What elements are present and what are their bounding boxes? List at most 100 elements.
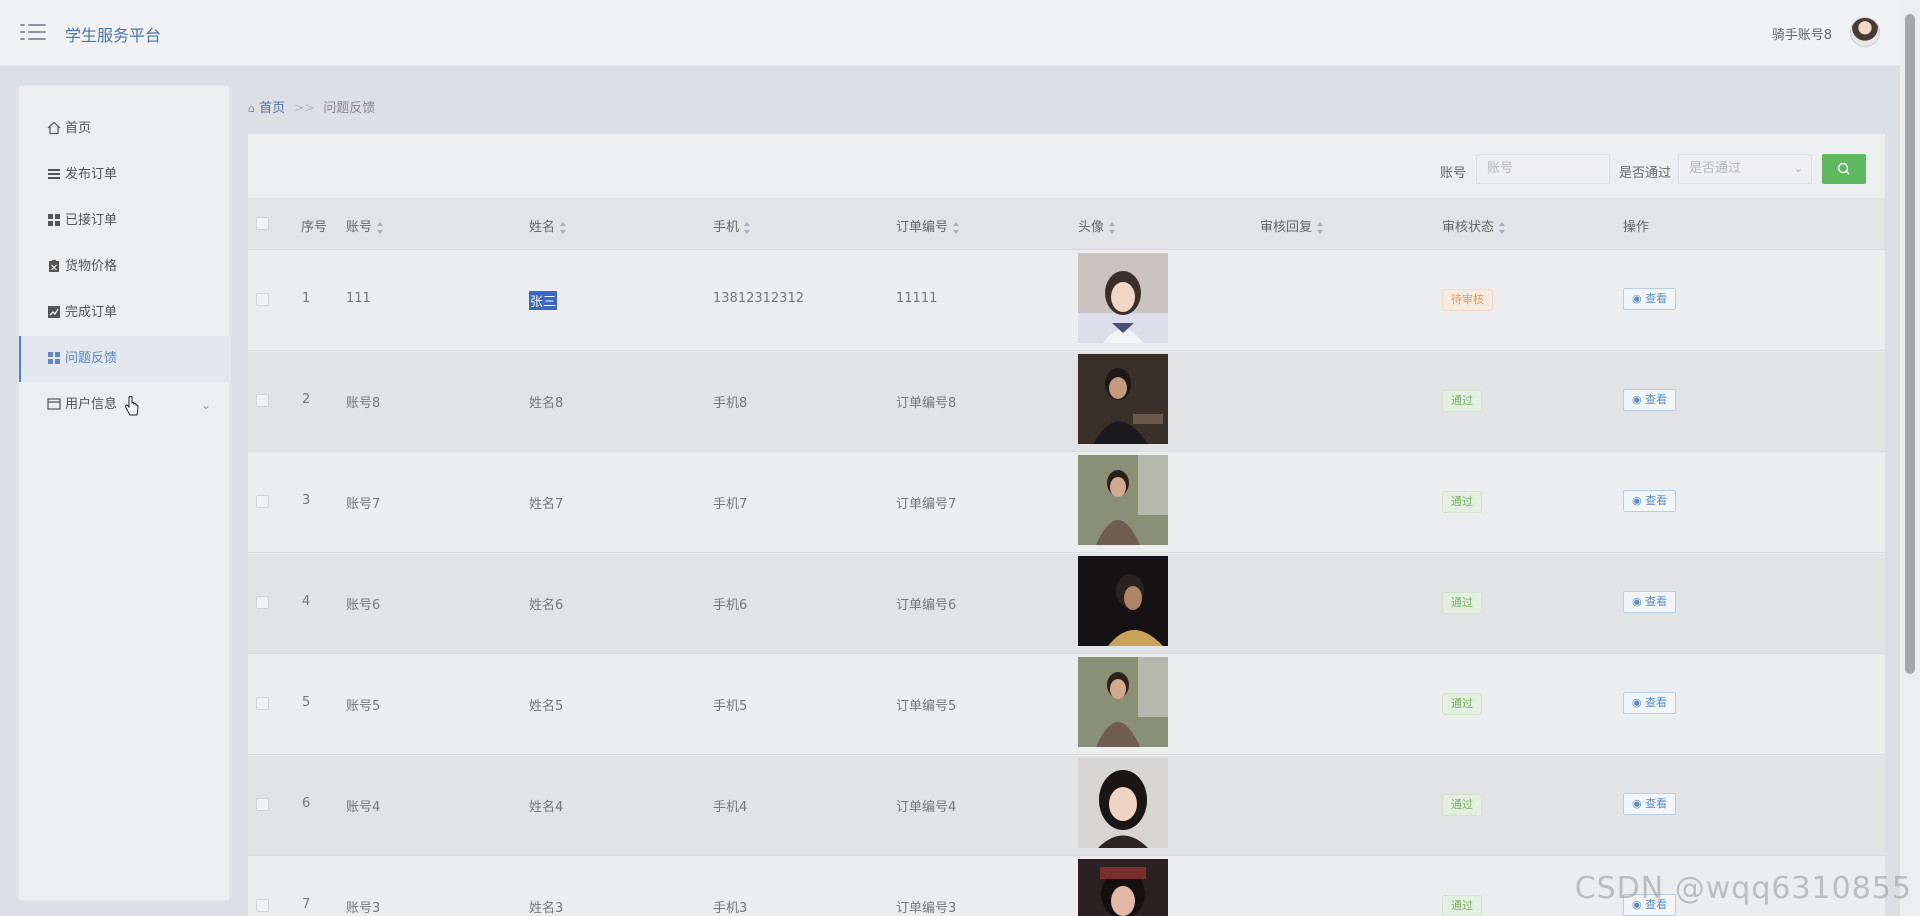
table-row: 2 账号8 姓名8 手机8 订单编号8 通过 ◉ 查看: [248, 352, 1885, 452]
row-checkbox[interactable]: [256, 899, 269, 912]
avatar-thumbnail[interactable]: [1078, 354, 1168, 444]
chart-icon: [48, 305, 60, 318]
cell-account: 账号7: [346, 497, 381, 512]
breadcrumb: ⌂ 首页 >> 问题反馈: [248, 97, 375, 116]
status-badge: 通过: [1442, 592, 1482, 614]
cell-name: 姓名4: [529, 800, 564, 815]
column-header-action: 操作: [1623, 220, 1650, 235]
cell-order: 11111: [896, 291, 938, 306]
sort-icon: [376, 221, 384, 234]
table-row: 5 账号5 姓名5 手机5 订单编号5 通过 ◉ 查看: [248, 655, 1885, 755]
eye-icon: ◉: [1632, 292, 1642, 305]
table-header: 序号 账号 姓名 手机 订单编号 头像 审核回复 审核状态 操作: [248, 198, 1885, 250]
eye-icon: ◉: [1632, 595, 1642, 608]
sidebar-item-feedback[interactable]: 问题反馈: [19, 336, 231, 382]
app-title: 学生服务平台: [65, 26, 162, 45]
grid-icon: [48, 351, 60, 364]
view-button[interactable]: ◉ 查看: [1623, 793, 1677, 815]
sidebar-item-label: 货物价格: [65, 259, 118, 274]
cell-account: 111: [346, 291, 371, 306]
column-header-no: 序号: [301, 220, 328, 235]
user-name[interactable]: 骑手账号8: [1772, 24, 1832, 43]
avatar[interactable]: [1850, 17, 1880, 47]
row-checkbox[interactable]: [256, 495, 269, 508]
card-icon: [47, 397, 61, 410]
main-panel: 账号 账号 是否通过 是否通过 ⌄ 序号 账号 姓名 手机 订单编号 头像 审核…: [248, 134, 1885, 916]
breadcrumb-home[interactable]: 首页: [259, 101, 285, 116]
sidebar-item-completed-order[interactable]: 完成订单: [19, 290, 231, 336]
view-button[interactable]: ◉ 查看: [1623, 490, 1677, 512]
table-row: 3 账号7 姓名7 手机7 订单编号7 通过 ◉ 查看: [248, 453, 1885, 553]
sidebar-item-accepted-order[interactable]: 已接订单: [19, 198, 231, 244]
hand-cursor-icon: [125, 396, 139, 416]
cell-account: 账号6: [346, 598, 381, 613]
status-badge: 通过: [1442, 693, 1482, 715]
cell-phone: 手机3: [713, 901, 748, 916]
menu-toggle-icon[interactable]: [20, 22, 46, 42]
sidebar-item-home[interactable]: 首页: [19, 106, 231, 152]
cell-name: 姓名5: [529, 699, 564, 714]
breadcrumb-current: 问题反馈: [323, 101, 376, 116]
eye-icon: ◉: [1632, 494, 1642, 507]
view-button[interactable]: ◉ 查看: [1623, 389, 1677, 411]
search-icon: [1837, 162, 1850, 175]
row-checkbox[interactable]: [256, 293, 269, 306]
sort-icon: [952, 221, 960, 234]
eye-icon: ◉: [1632, 393, 1642, 406]
cell-order: 订单编号7: [896, 497, 957, 512]
avatar-thumbnail[interactable]: [1078, 758, 1168, 848]
column-header-status[interactable]: 审核状态: [1442, 216, 1506, 235]
sidebar-item-label: 用户信息: [65, 397, 118, 412]
cell-phone: 手机8: [713, 396, 748, 411]
view-label: 查看: [1645, 797, 1668, 810]
passed-select-placeholder: 是否通过: [1689, 161, 1742, 176]
view-button[interactable]: ◉ 查看: [1623, 591, 1677, 613]
avatar-thumbnail[interactable]: [1078, 556, 1168, 646]
eye-icon: ◉: [1632, 696, 1642, 709]
row-checkbox[interactable]: [256, 394, 269, 407]
cell-order: 订单编号4: [896, 800, 957, 815]
column-header-account[interactable]: 账号: [346, 216, 384, 235]
select-all-checkbox[interactable]: [256, 217, 269, 230]
sidebar-item-label: 问题反馈: [65, 351, 118, 366]
cell-no: 6: [302, 796, 311, 811]
scrollbar[interactable]: [1900, 0, 1920, 916]
column-header-phone[interactable]: 手机: [713, 216, 751, 235]
cell-phone: 13812312312: [713, 291, 804, 306]
cell-no: 5: [302, 695, 311, 710]
account-search-input[interactable]: 账号: [1476, 154, 1610, 184]
row-checkbox[interactable]: [256, 798, 269, 811]
chevron-down-icon[interactable]: ⌄: [201, 382, 211, 428]
avatar-thumbnail[interactable]: [1078, 253, 1168, 343]
sidebar-item-publish-order[interactable]: 发布订单: [19, 152, 231, 198]
cell-no: 3: [302, 493, 311, 508]
column-header-reply[interactable]: 审核回复: [1260, 216, 1324, 235]
eye-icon: ◉: [1632, 797, 1642, 810]
row-checkbox[interactable]: [256, 596, 269, 609]
column-header-order[interactable]: 订单编号: [896, 216, 960, 235]
view-button[interactable]: ◉ 查看: [1623, 288, 1677, 310]
avatar-thumbnail[interactable]: [1078, 455, 1168, 545]
cell-name: 姓名3: [529, 901, 564, 916]
cell-name: 姓名6: [529, 598, 564, 613]
sidebar-item-label: 完成订单: [65, 305, 118, 320]
passed-label: 是否通过: [1619, 166, 1672, 181]
scrollbar-thumb[interactable]: [1905, 14, 1915, 674]
search-button[interactable]: [1822, 154, 1866, 184]
breadcrumb-separator: >>: [293, 101, 316, 116]
sort-icon: [1498, 221, 1506, 234]
sidebar-item-goods-price[interactable]: 货物价格: [19, 244, 231, 290]
column-header-avatar[interactable]: 头像: [1078, 216, 1116, 235]
avatar-thumbnail[interactable]: [1078, 859, 1168, 916]
table-row: 6 账号4 姓名4 手机4 订单编号4 通过 ◉ 查看: [248, 756, 1885, 856]
passed-select[interactable]: 是否通过 ⌄: [1678, 154, 1812, 184]
sort-icon: [1108, 221, 1116, 234]
sidebar-item-label: 已接订单: [65, 213, 118, 228]
view-button[interactable]: ◉ 查看: [1623, 692, 1677, 714]
column-header-name[interactable]: 姓名: [529, 216, 567, 235]
row-checkbox[interactable]: [256, 697, 269, 710]
status-badge: 通过: [1442, 390, 1482, 412]
cell-no: 7: [302, 897, 311, 912]
avatar-thumbnail[interactable]: [1078, 657, 1168, 747]
cell-name: 姓名7: [529, 497, 564, 512]
